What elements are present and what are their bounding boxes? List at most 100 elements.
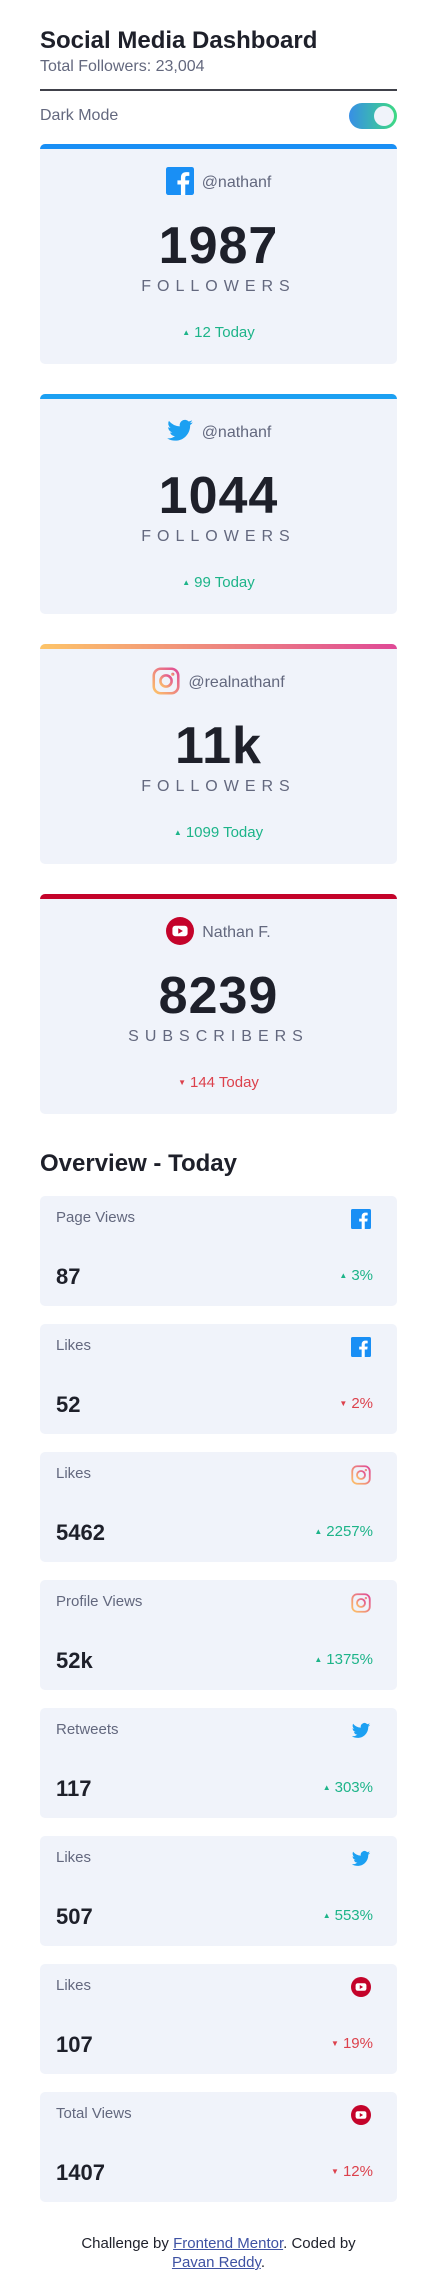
overview-card[interactable]: Page Views 87 ▲ 3% [40,1196,397,1306]
arrow-down-icon: ▼ [339,1399,348,1408]
overview-delta-value: 303% [334,1779,373,1796]
overview-value: 117 [56,1776,92,1801]
overview-delta: ▲ 3% [339,1267,373,1284]
facebook-icon [351,1209,371,1229]
author-link[interactable]: Pavan Reddy [172,2254,261,2271]
overview-delta-value: 12% [342,2163,373,2180]
today-change: ▲ 99 Today [40,574,397,591]
overview-delta: ▲ 303% [323,1779,373,1796]
follower-unit: SUBSCRIBERS [128,1028,309,1045]
arrow-up-icon: ▲ [322,1783,331,1792]
today-change-value: 12 Today [194,324,255,341]
card-handle: Nathan F. [202,924,271,941]
follower-card-instagram[interactable]: @realnathanf 11k FOLLOWERS ▲ 1099 Today [40,644,397,864]
overview-label: Likes [56,1977,92,1994]
overview-label: Retweets [56,1721,119,1738]
arrow-up-icon: ▲ [314,1527,323,1536]
facebook-icon [165,166,194,200]
overview-value: 52k [56,1648,93,1673]
follower-card-facebook[interactable]: @nathanf 1987 FOLLOWERS ▲ 12 Today [40,144,397,364]
dark-mode-row: Dark Mode [40,95,397,137]
follower-cards: @nathanf 1987 FOLLOWERS ▲ 12 Today @nath… [40,144,397,1114]
arrow-up-icon: ▲ [322,1911,331,1920]
overview-delta-value: 3% [351,1267,373,1284]
dashboard: Social Media Dashboard Total Followers: … [40,0,397,2202]
card-accent-bar [40,144,397,149]
today-change: ▼ 144 Today [40,1074,397,1091]
overview-title: Overview - Today [40,1150,237,1177]
overview-delta-value: 553% [334,1907,373,1924]
card-handle: @nathanf [201,424,272,441]
youtube-icon [166,916,195,950]
overview-delta-value: 19% [342,2035,373,2052]
overview-delta: ▼ 19% [331,2035,373,2052]
toggle-knob [374,106,394,126]
header: Social Media Dashboard Total Followers: … [40,0,397,91]
overview-label: Profile Views [56,1593,143,1610]
overview-value: 1407 [56,2160,105,2185]
overview-label: Total Views [56,2105,132,2122]
overview-delta: ▼ 12% [331,2163,373,2180]
overview-card[interactable]: Retweets 117 ▲ 303% [40,1708,397,1818]
follower-count: 11k [175,717,262,775]
overview-delta-value: 2% [351,1395,373,1412]
overview-card[interactable]: Likes 52 ▼ 2% [40,1324,397,1434]
today-change: ▲ 12 Today [40,324,397,341]
overview-card[interactable]: Total Views 1407 ▼ 12% [40,2092,397,2202]
attribution-middle: . Coded by [283,2235,356,2252]
page-title: Social Media Dashboard [40,27,318,54]
overview-value: 87 [56,1264,81,1289]
card-handle-row: @nathanf [40,394,397,452]
arrow-down-icon: ▼ [331,2167,339,2176]
overview-label: Likes [56,1337,92,1354]
dark-mode-toggle[interactable] [349,103,397,129]
card-handle-row: Nathan F. [40,894,397,952]
follower-count: 8239 [158,967,279,1025]
card-accent-bar [40,894,397,899]
overview-value: 107 [56,2032,93,2057]
overview-value: 5462 [56,1520,105,1545]
arrow-up-icon: ▲ [339,1271,348,1280]
follower-unit: FOLLOWERS [141,528,296,545]
follower-card-twitter[interactable]: @nathanf 1044 FOLLOWERS ▲ 99 Today [40,394,397,614]
overview-delta: ▲ 553% [323,1907,373,1924]
card-accent-bar [40,644,397,649]
overview-card[interactable]: Profile Views 52k ▲ 1375% [40,1580,397,1690]
today-change-value: 1099 Today [185,824,264,841]
overview-card[interactable]: Likes 5462 ▲ 2257% [40,1452,397,1562]
overview-delta: ▼ 2% [339,1395,373,1412]
twitter-icon [166,417,194,450]
card-handle: @nathanf [201,174,272,191]
overview-card[interactable]: Likes 507 ▲ 553% [40,1836,397,1946]
arrow-up-icon: ▲ [182,328,191,337]
card-handle: @realnathanf [188,674,285,691]
youtube-icon [351,2105,371,2125]
overview-delta: ▲ 2257% [314,1523,373,1540]
follower-card-youtube[interactable]: Nathan F. 8239 SUBSCRIBERS ▼ 144 Today [40,894,397,1114]
twitter-icon [351,1721,371,1741]
instagram-icon [152,666,180,700]
frontend-mentor-link[interactable]: Frontend Mentor [173,2235,283,2252]
overview-label: Likes [56,1465,92,1482]
overview-delta: ▲ 1375% [314,1651,373,1668]
instagram-icon [351,1465,371,1485]
overview-delta-value: 2257% [326,1523,373,1540]
today-change-value: 144 Today [189,1074,259,1091]
twitter-icon [351,1849,371,1869]
arrow-up-icon: ▲ [173,828,182,837]
card-handle-row: @realnathanf [40,644,397,702]
overview-card[interactable]: Likes 107 ▼ 19% [40,1964,397,2074]
card-accent-bar [40,394,397,399]
attribution-prefix: Challenge by [81,2235,174,2252]
overview-delta-value: 1375% [326,1651,373,1668]
overview-label: Likes [56,1849,92,1866]
today-change: ▲ 1099 Today [40,824,397,841]
arrow-up-icon: ▲ [182,578,191,587]
youtube-icon [351,1977,371,1997]
attribution-suffix: . [260,2254,266,2271]
overview-label: Page Views [56,1209,135,1226]
follower-unit: FOLLOWERS [141,278,296,295]
dark-mode-label: Dark Mode [40,107,119,124]
instagram-icon [351,1593,371,1613]
follower-unit: FOLLOWERS [141,778,296,795]
